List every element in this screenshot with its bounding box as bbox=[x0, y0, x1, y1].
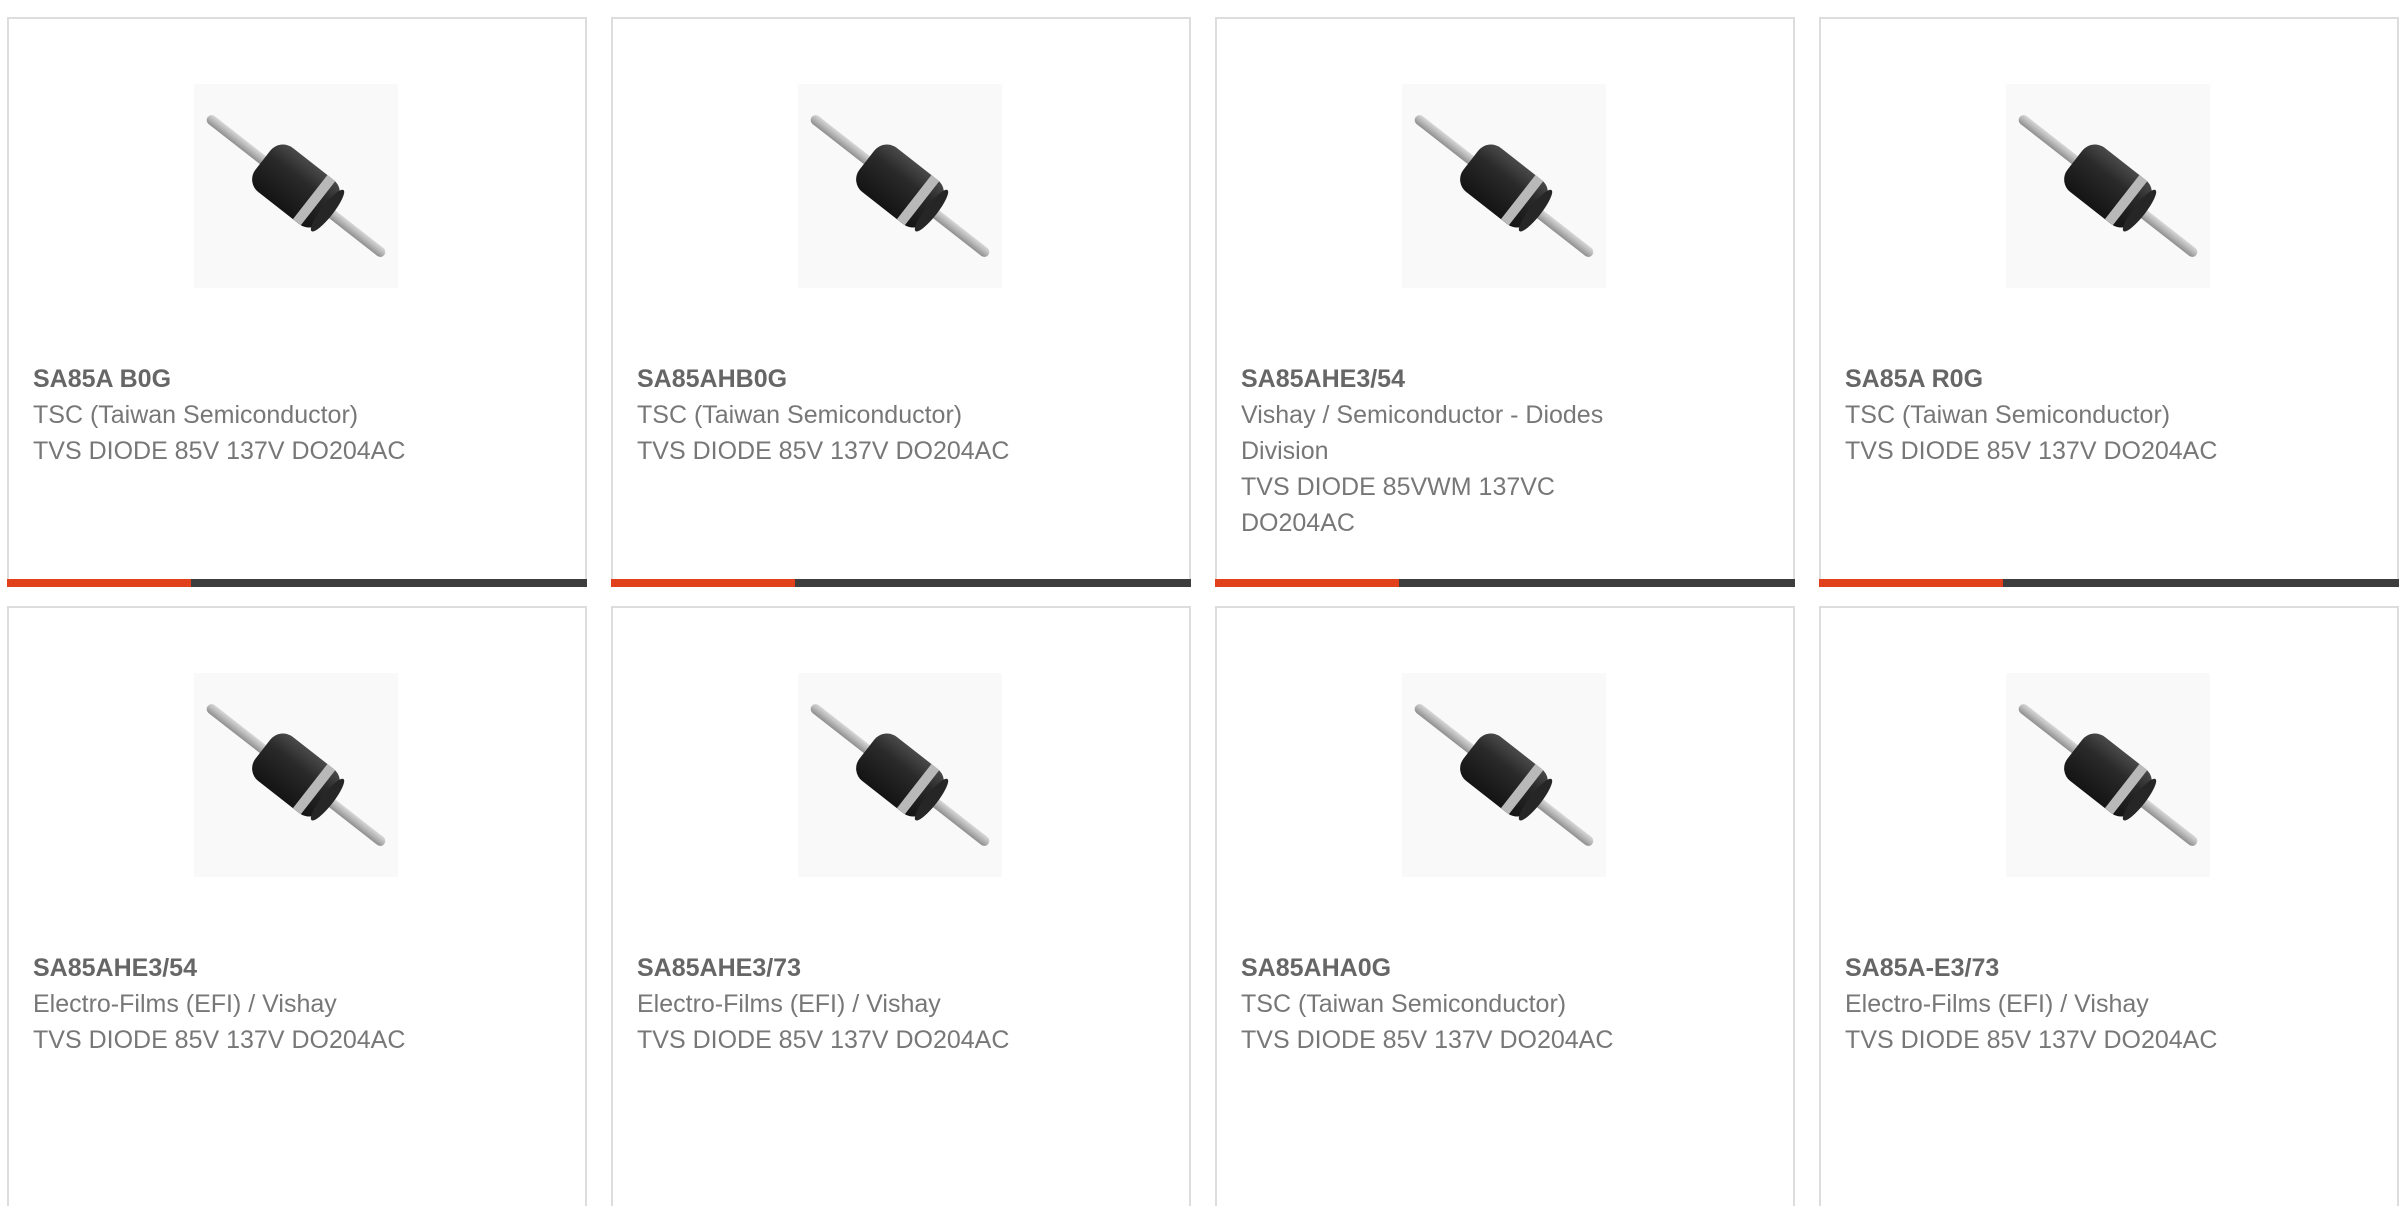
manufacturer-name: TSC (Taiwan Semiconductor) bbox=[1241, 990, 1567, 1018]
manufacturer-name: Vishay / Semiconductor - Diodes Division bbox=[1241, 401, 1604, 465]
manufacturer-name: Electro-Films (EFI) / Vishay bbox=[1845, 990, 2149, 1018]
part-number[interactable]: SA85AHB0G bbox=[637, 361, 1137, 397]
part-number[interactable]: SA85AHE3/54 bbox=[33, 950, 533, 986]
manufacturer-name: Electro-Films (EFI) / Vishay bbox=[33, 990, 337, 1018]
part-number[interactable]: SA85AHE3/54 bbox=[1241, 361, 1671, 397]
part-number[interactable]: SA85A R0G bbox=[1845, 361, 2345, 397]
accent-segment bbox=[7, 579, 191, 587]
manufacturer-name: TSC (Taiwan Semiconductor) bbox=[637, 401, 963, 429]
card-accent-bar bbox=[1819, 579, 2399, 587]
part-number[interactable]: SA85A B0G bbox=[33, 361, 533, 397]
product-image[interactable] bbox=[194, 84, 398, 288]
product-image[interactable] bbox=[1402, 84, 1606, 288]
axial-diode-icon bbox=[2006, 84, 2210, 288]
product-card[interactable]: SA85AHB0G TSC (Taiwan Semiconductor) TVS… bbox=[611, 17, 1191, 587]
axial-diode-icon bbox=[194, 673, 398, 877]
card-accent-bar bbox=[611, 579, 1191, 587]
product-description: TVS DIODE 85V 137V DO204AC bbox=[637, 1026, 1010, 1054]
product-image[interactable] bbox=[194, 673, 398, 877]
card-accent-bar bbox=[7, 579, 587, 587]
product-description: TVS DIODE 85VWM 137VC DO204AC bbox=[1241, 473, 1555, 537]
product-card[interactable]: SA85AHE3/54 Electro-Films (EFI) / Vishay… bbox=[7, 606, 587, 1206]
accent-segment bbox=[1215, 579, 1399, 587]
part-number[interactable]: SA85A-E3/73 bbox=[1845, 950, 2345, 986]
product-description: TVS DIODE 85V 137V DO204AC bbox=[1845, 1026, 2218, 1054]
manufacturer-name: Electro-Films (EFI) / Vishay bbox=[637, 990, 941, 1018]
product-card[interactable]: SA85A-E3/73 Electro-Films (EFI) / Vishay… bbox=[1819, 606, 2399, 1206]
product-image[interactable] bbox=[2006, 84, 2210, 288]
manufacturer-name: TSC (Taiwan Semiconductor) bbox=[33, 401, 359, 429]
axial-diode-icon bbox=[798, 84, 1002, 288]
product-card[interactable]: SA85AHE3/54 Vishay / Semiconductor - Dio… bbox=[1215, 17, 1795, 587]
product-card[interactable]: SA85AHA0G TSC (Taiwan Semiconductor) TVS… bbox=[1215, 606, 1795, 1206]
accent-segment bbox=[611, 579, 795, 587]
product-description: TVS DIODE 85V 137V DO204AC bbox=[33, 1026, 406, 1054]
product-image[interactable] bbox=[1402, 673, 1606, 877]
product-description: TVS DIODE 85V 137V DO204AC bbox=[1241, 1026, 1614, 1054]
axial-diode-icon bbox=[1402, 673, 1606, 877]
manufacturer-name: TSC (Taiwan Semiconductor) bbox=[1845, 401, 2171, 429]
product-card[interactable]: SA85A R0G TSC (Taiwan Semiconductor) TVS… bbox=[1819, 17, 2399, 587]
product-description: TVS DIODE 85V 137V DO204AC bbox=[1845, 437, 2218, 465]
part-number[interactable]: SA85AHE3/73 bbox=[637, 950, 1137, 986]
product-description: TVS DIODE 85V 137V DO204AC bbox=[33, 437, 406, 465]
product-image[interactable] bbox=[2006, 673, 2210, 877]
axial-diode-icon bbox=[1402, 84, 1606, 288]
accent-segment bbox=[1819, 579, 2003, 587]
axial-diode-icon bbox=[2006, 673, 2210, 877]
product-image[interactable] bbox=[798, 84, 1002, 288]
axial-diode-icon bbox=[194, 84, 398, 288]
product-description: TVS DIODE 85V 137V DO204AC bbox=[637, 437, 1010, 465]
product-card[interactable]: SA85A B0G TSC (Taiwan Semiconductor) TVS… bbox=[7, 17, 587, 587]
product-image[interactable] bbox=[798, 673, 1002, 877]
axial-diode-icon bbox=[798, 673, 1002, 877]
part-number[interactable]: SA85AHA0G bbox=[1241, 950, 1741, 986]
product-card[interactable]: SA85AHE3/73 Electro-Films (EFI) / Vishay… bbox=[611, 606, 1191, 1206]
card-accent-bar bbox=[1215, 579, 1795, 587]
product-grid: SA85A B0G TSC (Taiwan Semiconductor) TVS… bbox=[0, 0, 2400, 1206]
